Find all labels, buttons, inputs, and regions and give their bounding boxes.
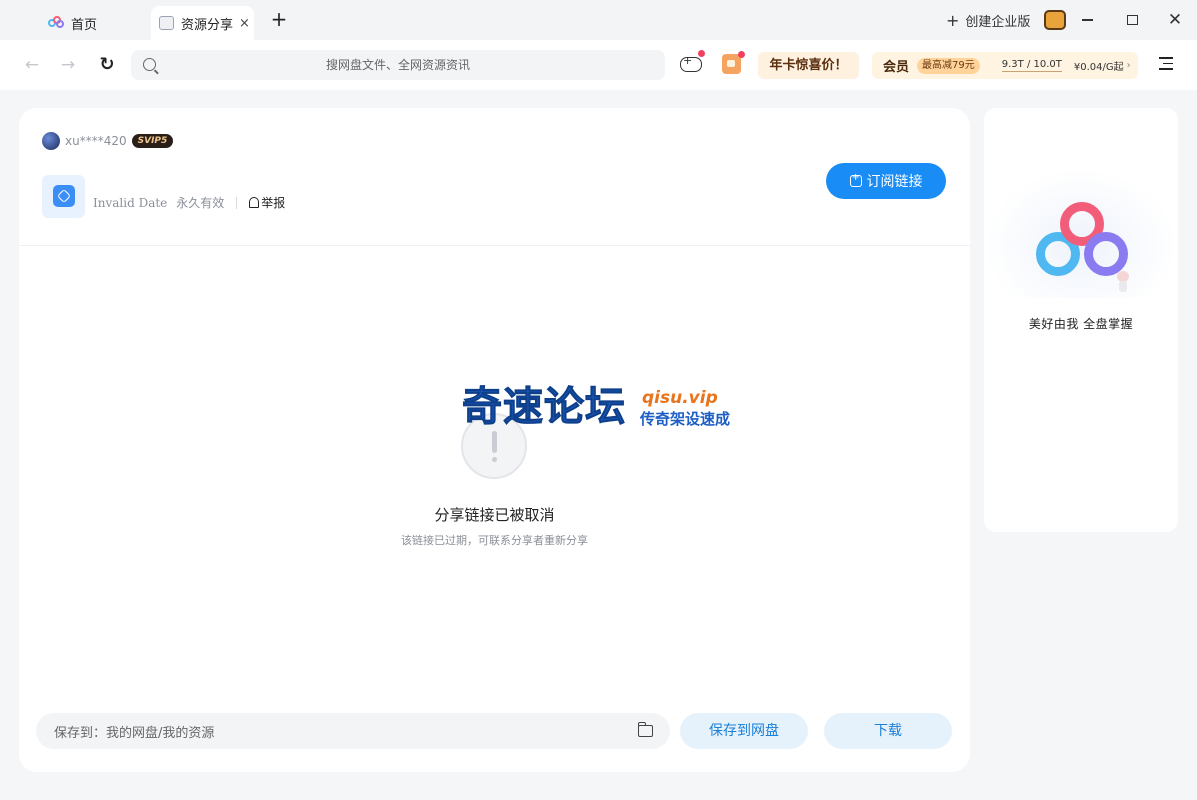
member-panel[interactable]: 会员 最高减79元 9.3T / 10.0T ¥0.04/G起 › bbox=[872, 52, 1138, 79]
share-card: xu****420 SVIP5 Invalid Date 永久有效 举报 订阅链… bbox=[19, 108, 970, 772]
report-label: 举报 bbox=[261, 196, 286, 210]
watermark-slogan: 传奇架设速成 bbox=[640, 410, 731, 428]
watermark-site: qisu.vip bbox=[642, 388, 718, 408]
watermark-main: 奇速论坛 bbox=[462, 384, 626, 430]
member-promo-badge: 最高减79元 bbox=[917, 57, 980, 74]
report-button[interactable]: 举报 bbox=[249, 194, 285, 211]
subscribe-label: 订阅链接 bbox=[866, 174, 923, 190]
notification-dot bbox=[698, 50, 705, 57]
storage-price: ¥0.04/G起 bbox=[1073, 62, 1124, 73]
error-description: 该链接已过期，可联系分享者重新分享 bbox=[401, 534, 588, 547]
cloud-logo-icon bbox=[48, 16, 64, 30]
create-enterprise-button[interactable]: + 创建企业版 bbox=[946, 11, 1030, 30]
tab-close-icon[interactable]: × bbox=[239, 16, 250, 31]
toolbar: ← → ↻ 年卡惊喜价！ 会员 最高减79元 9.3T / 10.0T ¥0.0… bbox=[0, 40, 1197, 90]
close-window-button[interactable]: ✕ bbox=[1163, 8, 1187, 32]
page-icon bbox=[159, 16, 174, 30]
annual-promo-button[interactable]: 年卡惊喜价！ bbox=[758, 52, 859, 79]
avatar bbox=[42, 132, 60, 150]
save-path-field[interactable]: 保存到：我的网盘/我的资源 bbox=[36, 713, 670, 749]
save-to-drive-button[interactable]: 保存到网盘 bbox=[680, 713, 808, 749]
svip-badge: SVIP5 bbox=[131, 134, 174, 148]
watermark: 奇速论坛 qisu.vip 传奇架设速成 bbox=[462, 385, 742, 433]
report-icon bbox=[249, 197, 260, 208]
create-enterprise-label: 创建企业版 bbox=[965, 15, 1031, 30]
add-square-icon bbox=[849, 172, 862, 187]
menu-icon[interactable] bbox=[1159, 57, 1173, 71]
minimize-button[interactable] bbox=[1075, 8, 1099, 32]
svip-crown-icon[interactable] bbox=[1044, 10, 1066, 30]
meta-divider bbox=[236, 196, 238, 209]
gamepad-icon[interactable] bbox=[680, 54, 702, 72]
share-validity: 永久有效 bbox=[176, 196, 225, 210]
error-title: 分享链接已被取消 bbox=[434, 506, 555, 524]
share-owner: xu****420 SVIP5 bbox=[42, 132, 174, 150]
owner-name: xu****420 bbox=[65, 134, 127, 148]
search-input[interactable] bbox=[131, 50, 665, 80]
maximize-icon bbox=[1126, 15, 1138, 25]
chevron-right-icon: › bbox=[1126, 60, 1131, 71]
member-label: 会员 bbox=[883, 60, 910, 75]
forward-arrow-icon[interactable]: → bbox=[56, 53, 80, 77]
refresh-icon[interactable]: ↻ bbox=[95, 53, 119, 77]
new-tab-button[interactable]: + bbox=[268, 8, 290, 32]
side-promo-card: 美好由我 全盘掌握 bbox=[984, 108, 1178, 532]
save-path-text: 保存到：我的网盘/我的资源 bbox=[54, 725, 215, 741]
folder-icon[interactable] bbox=[637, 722, 653, 737]
divider bbox=[19, 245, 970, 246]
link-file-icon bbox=[42, 175, 85, 218]
notification-dot bbox=[738, 51, 745, 58]
plus-icon: + bbox=[946, 10, 960, 30]
tab-home-label: 首页 bbox=[71, 17, 98, 33]
maximize-button[interactable] bbox=[1120, 8, 1144, 32]
share-date: Invalid Date bbox=[93, 195, 168, 210]
file-meta: Invalid Date 永久有效 举报 bbox=[93, 194, 285, 211]
search-bar bbox=[131, 50, 665, 80]
mascot-icon bbox=[1116, 271, 1130, 293]
side-slogan: 美好由我 全盘掌握 bbox=[1028, 317, 1134, 331]
minimize-icon bbox=[1081, 19, 1093, 21]
tab-home[interactable]: 首页 bbox=[34, 6, 146, 40]
tab-resource-share[interactable]: 资源分享 × bbox=[151, 6, 254, 40]
title-bar: 首页 资源分享 × + + 创建企业版 ✕ bbox=[0, 0, 1197, 40]
back-arrow-icon[interactable]: ← bbox=[20, 53, 44, 77]
subscribe-link-button[interactable]: 订阅链接 bbox=[826, 163, 946, 199]
tab-share-label: 资源分享 bbox=[181, 17, 234, 33]
download-button[interactable]: 下载 bbox=[824, 713, 952, 749]
storage-usage: 9.3T / 10.0T bbox=[1001, 59, 1062, 72]
